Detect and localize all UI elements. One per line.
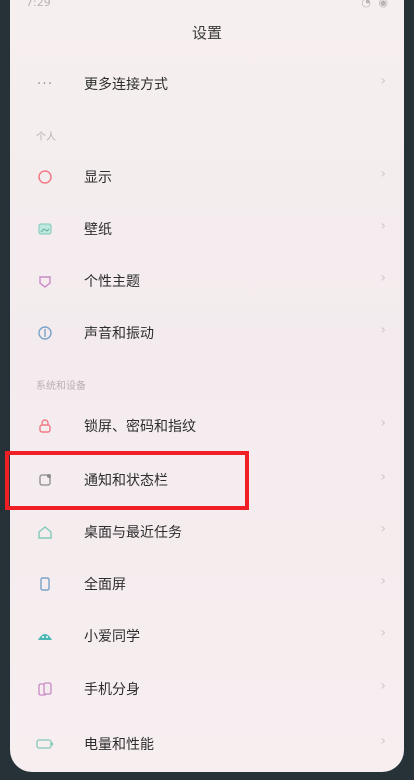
more-dots-icon: ···: [36, 76, 54, 92]
settings-row-label: 显示: [84, 170, 112, 186]
status-bar: 7:29 ◔ ◉: [10, 0, 404, 14]
status-time: 7:29: [26, 0, 51, 9]
chevron-right-icon: ›: [380, 322, 386, 338]
highlight-box: [5, 451, 249, 510]
settings-row-label: 手机分身: [84, 682, 140, 698]
settings-row-label: 桌面与最近任务: [84, 525, 182, 541]
dual-phone-icon: [36, 680, 54, 698]
theme-icon: [36, 272, 54, 290]
chevron-right-icon: ›: [380, 573, 386, 589]
sound-icon: [36, 324, 54, 342]
fullscreen-icon: [36, 575, 54, 593]
chevron-right-icon: ›: [380, 625, 386, 641]
status-icons: ◔ ◉: [361, 0, 390, 9]
settings-row-label: 壁纸: [84, 222, 112, 238]
settings-row-assistant[interactable]: 小爱同学 ›: [10, 611, 404, 661]
settings-row-dual-phone[interactable]: 手机分身 ›: [10, 664, 404, 714]
chevron-right-icon: ›: [380, 678, 386, 694]
section-header-personal: 个人: [36, 132, 56, 143]
settings-row-more-connections[interactable]: ··· 更多连接方式 ›: [10, 59, 404, 109]
chevron-right-icon: ›: [380, 73, 386, 89]
section-header-system: 系统和设备: [36, 381, 86, 392]
settings-row-battery[interactable]: 电量和性能 ›: [10, 719, 404, 769]
chevron-right-icon: ›: [380, 521, 386, 537]
settings-row-display[interactable]: 显示 ›: [10, 152, 404, 202]
battery-icon: [36, 735, 54, 753]
settings-row-label: 全面屏: [84, 577, 126, 593]
settings-screen: 7:29 ◔ ◉ 设置 ··· 更多连接方式 › 个人 显示 › 壁纸 › 个性…: [10, 0, 404, 772]
settings-row-label: 锁屏、密码和指纹: [84, 419, 196, 435]
display-icon: [36, 168, 54, 186]
settings-row-label: 小爱同学: [84, 629, 140, 645]
settings-row-label: 声音和振动: [84, 326, 154, 342]
chevron-right-icon: ›: [380, 218, 386, 234]
settings-row-wallpaper[interactable]: 壁纸 ›: [10, 204, 404, 254]
settings-row-label: 个性主题: [84, 274, 140, 290]
device-frame: 7:29 ◔ ◉ 设置 ··· 更多连接方式 › 个人 显示 › 壁纸 › 个性…: [0, 0, 414, 780]
chevron-right-icon: ›: [380, 166, 386, 182]
page-title: 设置: [191, 24, 222, 42]
chevron-right-icon: ›: [380, 469, 386, 485]
settings-row-label: 更多连接方式: [84, 77, 168, 93]
settings-row-lock[interactable]: 锁屏、密码和指纹 ›: [10, 401, 404, 451]
home-icon: [36, 523, 54, 541]
settings-row-home[interactable]: 桌面与最近任务 ›: [10, 507, 404, 557]
chevron-right-icon: ›: [380, 415, 386, 431]
settings-row-sound[interactable]: 声音和振动 ›: [10, 308, 404, 358]
settings-row-theme[interactable]: 个性主题 ›: [10, 256, 404, 306]
settings-row-label: 电量和性能: [84, 737, 154, 753]
lock-icon: [36, 417, 54, 435]
chevron-right-icon: ›: [380, 270, 386, 286]
assistant-icon: [36, 627, 54, 645]
wallpaper-icon: [36, 220, 54, 238]
chevron-right-icon: ›: [380, 733, 386, 749]
settings-row-fullscreen[interactable]: 全面屏 ›: [10, 559, 404, 609]
